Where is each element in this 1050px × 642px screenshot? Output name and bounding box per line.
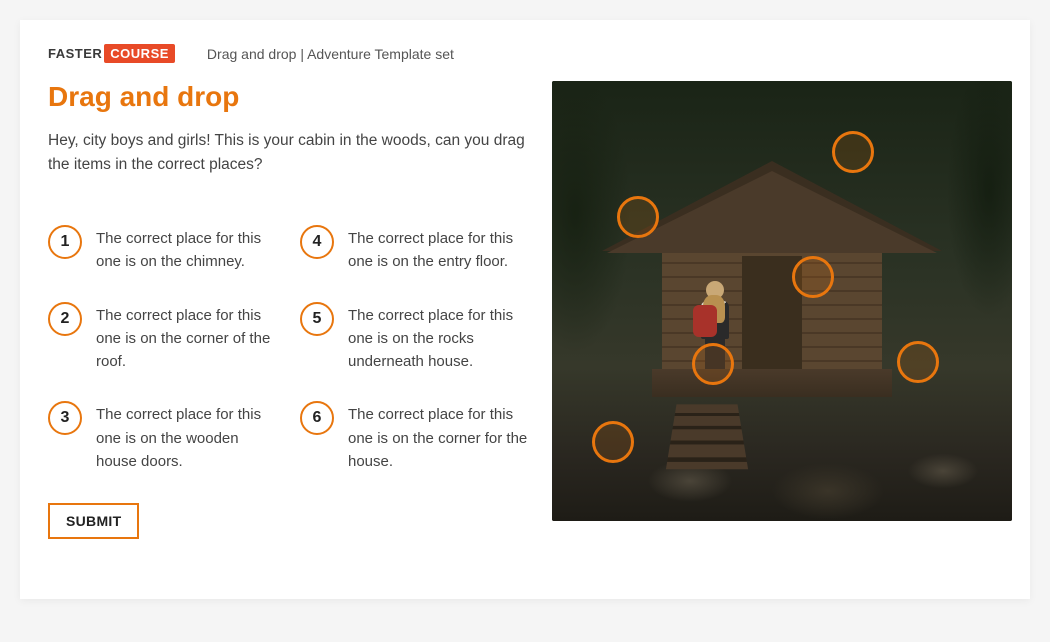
drop-zone-entry-floor[interactable] — [692, 343, 734, 385]
drop-zone-roof-corner[interactable] — [617, 196, 659, 238]
intro-text: Hey, city boys and girls! This is your c… — [48, 129, 528, 177]
person-backpack — [693, 305, 717, 337]
drag-token-4[interactable]: 4 — [300, 225, 334, 259]
template-card: FASTER COURSE Drag and drop | Adventure … — [20, 20, 1030, 599]
item-description: The correct place for this one is on the… — [348, 225, 528, 274]
logo: FASTER COURSE — [48, 44, 175, 63]
drag-token-3[interactable]: 3 — [48, 401, 82, 435]
drag-item: 3 The correct place for this one is on t… — [48, 401, 276, 473]
drop-zone-doors[interactable] — [792, 256, 834, 298]
drag-item: 6 The correct place for this one is on t… — [300, 401, 528, 473]
left-panel: Drag and drop Hey, city boys and girls! … — [48, 81, 528, 539]
main-content: Drag and drop Hey, city boys and girls! … — [48, 81, 1002, 539]
drag-item: 5 The correct place for this one is on t… — [300, 302, 528, 374]
breadcrumb: Drag and drop | Adventure Template set — [207, 46, 454, 62]
drop-zone-house-corner[interactable] — [897, 341, 939, 383]
right-panel — [552, 81, 1012, 539]
cabin-scene-image — [552, 81, 1012, 521]
submit-button[interactable]: SUBMIT — [48, 503, 139, 539]
items-grid: 1 The correct place for this one is on t… — [48, 225, 528, 473]
cabin-deck — [652, 369, 892, 397]
drop-zone-chimney[interactable] — [832, 131, 874, 173]
drag-token-5[interactable]: 5 — [300, 302, 334, 336]
drag-token-1[interactable]: 1 — [48, 225, 82, 259]
page-title: Drag and drop — [48, 81, 528, 113]
drag-token-2[interactable]: 2 — [48, 302, 82, 336]
cabin-stairs — [666, 404, 748, 469]
item-description: The correct place for this one is on the… — [348, 302, 528, 374]
drag-item: 4 The correct place for this one is on t… — [300, 225, 528, 274]
item-description: The correct place for this one is on the… — [96, 401, 276, 473]
drag-token-6[interactable]: 6 — [300, 401, 334, 435]
header: FASTER COURSE Drag and drop | Adventure … — [48, 44, 1002, 63]
item-description: The correct place for this one is on the… — [96, 225, 276, 274]
item-description: The correct place for this one is on the… — [96, 302, 276, 374]
drag-item: 2 The correct place for this one is on t… — [48, 302, 276, 374]
drag-item: 1 The correct place for this one is on t… — [48, 225, 276, 274]
logo-text-faster: FASTER — [48, 46, 102, 61]
item-description: The correct place for this one is on the… — [348, 401, 528, 473]
logo-text-course: COURSE — [104, 44, 175, 63]
drop-zone-rocks[interactable] — [592, 421, 634, 463]
